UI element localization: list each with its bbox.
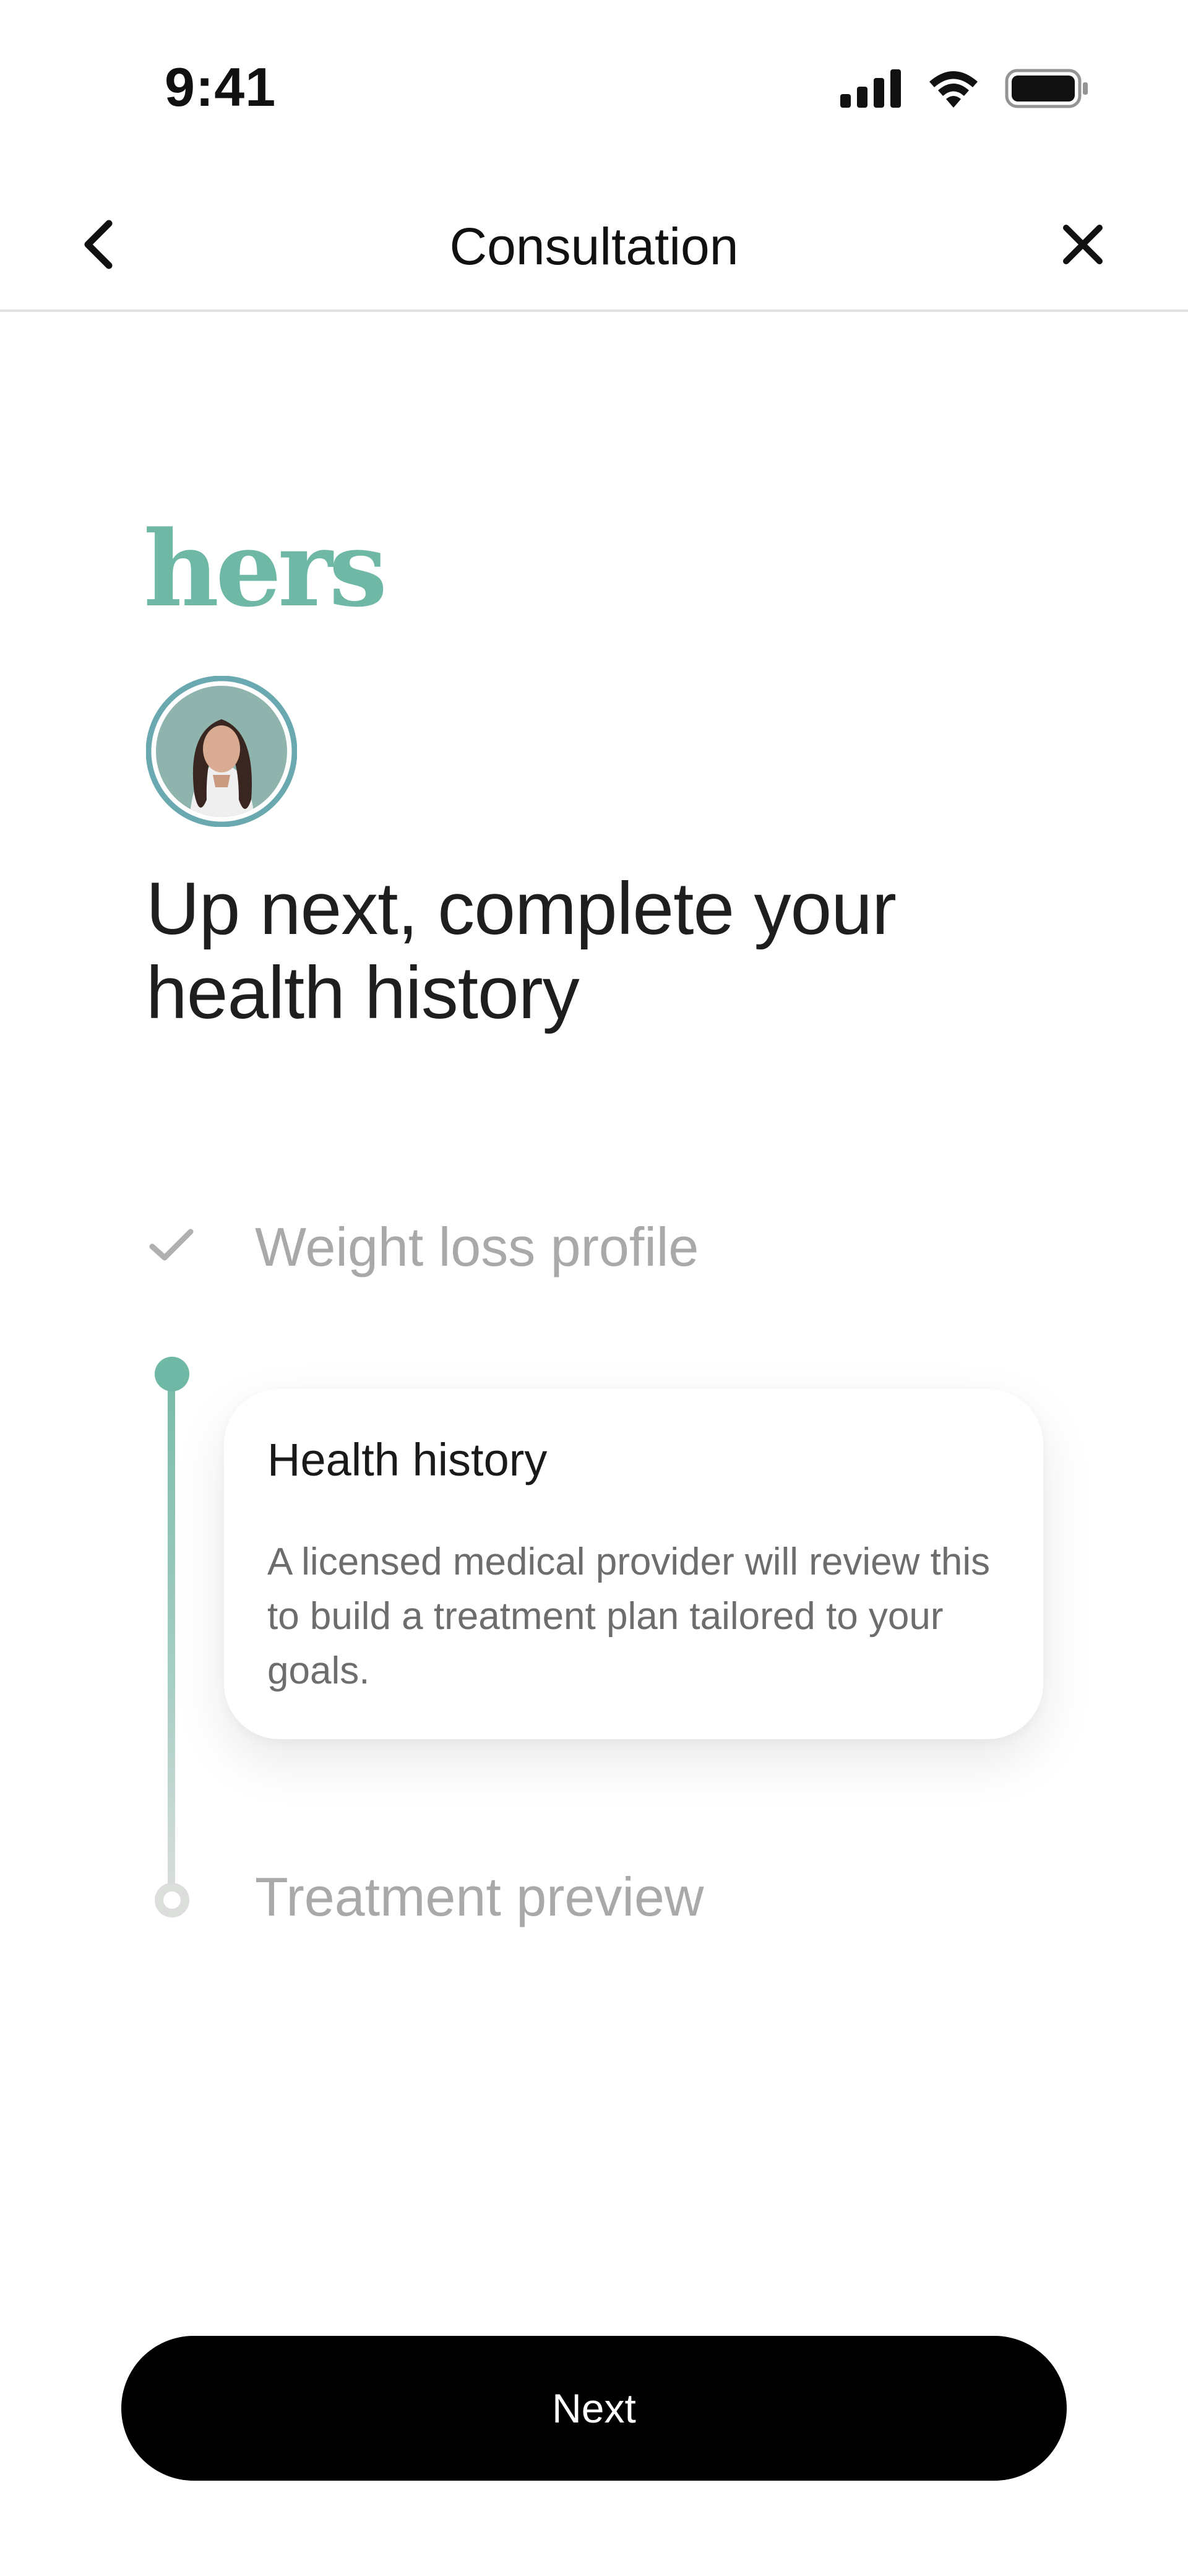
signal-icon bbox=[840, 69, 901, 108]
card-title: Health history bbox=[267, 1434, 548, 1485]
card-description: A licensed medical provider will review … bbox=[267, 1541, 991, 1692]
step-weight-loss-profile: Weight loss profile bbox=[148, 1213, 1077, 1281]
close-icon bbox=[1063, 225, 1103, 264]
page-heading: Up next, complete your health history bbox=[146, 867, 897, 1034]
progress-track bbox=[168, 1375, 175, 1901]
status-time: 9:41 bbox=[165, 56, 277, 118]
next-button[interactable]: Next bbox=[121, 2336, 1067, 2481]
avatar bbox=[146, 676, 297, 827]
check-icon bbox=[149, 1229, 194, 1261]
status-bar: 9:41 bbox=[0, 0, 1188, 149]
battery-icon bbox=[1005, 69, 1088, 108]
close-button[interactable] bbox=[1052, 214, 1114, 275]
step-label: Weight loss profile bbox=[255, 1216, 699, 1277]
status-icons bbox=[840, 67, 1089, 110]
nav-bar: Consultation bbox=[0, 186, 1188, 312]
current-step-dot bbox=[155, 1357, 189, 1391]
pending-step-dot bbox=[155, 1883, 189, 1917]
step-health-history-card: Health history A licensed medical provid… bbox=[224, 1389, 1043, 1739]
step-treatment-preview: Treatment preview bbox=[255, 1866, 704, 1927]
brand-logo: hers bbox=[144, 508, 387, 630]
wifi-icon bbox=[929, 71, 978, 108]
page-title: Consultation bbox=[449, 217, 739, 275]
